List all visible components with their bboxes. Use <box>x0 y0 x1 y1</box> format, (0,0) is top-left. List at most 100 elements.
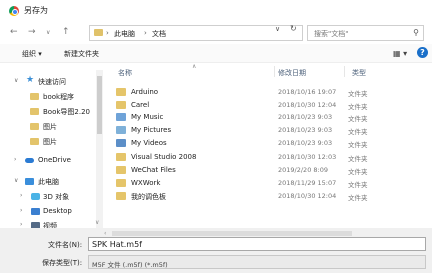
sidebar-scrollbar-thumb[interactable] <box>97 76 102 134</box>
folder-icon <box>30 108 39 115</box>
scroll-down-icon[interactable]: ∨ <box>95 219 99 226</box>
file-date: 2018/10/23 9:03 <box>278 113 333 121</box>
forward-arrow-icon[interactable]: → <box>28 27 36 37</box>
address-bar-row: ← → ∨ ↑ › 此电脑 › 文档 ∨ ↻ 搜索"文档" ⚲ <box>0 22 432 44</box>
filetype-label: 保存类型(T): <box>42 259 83 267</box>
up-arrow-icon[interactable]: ↑ <box>62 27 70 37</box>
search-icon[interactable]: ⚲ <box>413 28 419 37</box>
videos-folder-icon <box>116 139 126 147</box>
horizontal-scrollbar[interactable] <box>112 231 352 236</box>
file-name: Visual Studio 2008 <box>131 153 197 161</box>
folder-icon <box>116 166 126 174</box>
collapse-chevron-icon[interactable]: ∨ <box>14 77 18 84</box>
refresh-icon[interactable]: ↻ <box>290 24 297 33</box>
folder-icon <box>94 29 103 36</box>
file-type: 文件夹 <box>348 115 368 123</box>
address-field[interactable]: › 此电脑 › 文档 <box>89 25 303 41</box>
file-type: 文件夹 <box>348 155 368 163</box>
expand-chevron-icon[interactable]: › <box>14 156 16 163</box>
expand-chevron-icon[interactable]: › <box>20 192 22 199</box>
file-name: 我的调色板 <box>131 193 166 201</box>
list-item[interactable]: My Music 2018/10/23 9:03 文件夹 <box>106 111 432 123</box>
file-type: 文件夹 <box>348 168 368 176</box>
filetype-select[interactable]: M5F 文件 (.m5f) (*.m5f) <box>88 255 426 269</box>
folder-icon <box>116 153 126 161</box>
file-name: My Videos <box>131 139 167 147</box>
column-divider[interactable] <box>344 66 345 77</box>
expand-chevron-icon[interactable]: › <box>20 207 22 214</box>
filetype-value: M5F 文件 (.m5f) (*.m5f) <box>92 261 168 269</box>
list-item[interactable]: My Videos 2018/10/23 9:03 文件夹 <box>106 137 432 149</box>
list-item[interactable]: Carel 2018/10/30 12:04 文件夹 <box>106 99 432 111</box>
pictures-folder-icon <box>116 126 126 134</box>
list-item[interactable]: Visual Studio 2008 2018/10/30 12:03 文件夹 <box>106 151 432 163</box>
list-item[interactable]: Arduino 2018/10/16 19:07 文件夹 <box>106 86 432 98</box>
file-date: 2018/10/30 12:04 <box>278 192 337 200</box>
desktop-icon <box>31 208 40 215</box>
filename-field[interactable]: SPK Hat.m5f <box>88 237 426 251</box>
view-options-icon[interactable]: ▦ ▾ <box>393 49 407 58</box>
address-dropdown-icon[interactable]: ∨ <box>275 25 280 33</box>
folder-icon <box>30 138 39 145</box>
search-input[interactable]: 搜索"文档" ⚲ <box>307 25 424 41</box>
expand-chevron-icon[interactable]: › <box>20 221 22 228</box>
chrome-app-icon <box>9 6 19 16</box>
folder-icon <box>116 101 126 109</box>
column-header-type[interactable]: 类型 <box>352 68 366 78</box>
folder-icon <box>30 123 39 130</box>
file-type: 文件夹 <box>348 128 368 136</box>
back-arrow-icon[interactable]: ← <box>10 27 18 37</box>
file-name: WXWork <box>131 179 161 187</box>
3d-objects-icon <box>31 193 40 200</box>
list-item[interactable]: WXWork 2018/11/29 15:07 文件夹 <box>106 177 432 189</box>
sidebar-item-label: Desktop <box>43 207 72 215</box>
file-name: My Music <box>131 113 164 121</box>
scroll-left-icon[interactable]: ‹ <box>104 230 106 237</box>
list-item[interactable]: My Pictures 2018/10/23 9:03 文件夹 <box>106 124 432 136</box>
sidebar-item-label: 此电脑 <box>38 178 59 186</box>
sidebar-item-label: book程序 <box>43 93 75 101</box>
recent-locations-chevron-icon[interactable]: ∨ <box>46 29 50 36</box>
file-date: 2018/10/16 19:07 <box>278 88 337 96</box>
list-item[interactable]: 我的调色板 2018/10/30 12:04 文件夹 <box>106 190 432 202</box>
navigation-pane: ∨ ★ 快速访问 book程序 Book导图2.20 图片 图片 › OneDr… <box>0 63 104 230</box>
breadcrumb-this-pc[interactable]: 此电脑 <box>114 29 135 39</box>
sidebar-item-label: OneDrive <box>38 156 71 164</box>
search-placeholder: 搜索"文档" <box>314 30 349 38</box>
cloud-icon <box>25 158 34 163</box>
computer-icon <box>25 178 34 185</box>
column-header-date[interactable]: 修改日期 <box>278 68 306 78</box>
star-icon: ★ <box>26 75 35 85</box>
file-date: 2019/2/20 8:09 <box>278 166 328 174</box>
breadcrumb-separator: › <box>106 29 109 37</box>
file-type: 文件夹 <box>348 90 368 98</box>
sidebar-item-label: 3D 对象 <box>43 193 70 201</box>
command-bar: 组织 ▾ 新建文件夹 ▦ ▾ ? <box>0 44 432 63</box>
collapse-chevron-icon[interactable]: ∨ <box>14 177 18 184</box>
title-bar: 另存为 <box>0 0 432 22</box>
column-header-name[interactable]: 名称 <box>118 68 132 78</box>
list-item[interactable]: WeChat Files 2019/2/20 8:09 文件夹 <box>106 164 432 176</box>
sidebar-item-label: 快速访问 <box>38 78 66 86</box>
file-list: ∧ 名称 修改日期 类型 Arduino 2018/10/16 19:07 文件… <box>106 63 432 228</box>
music-folder-icon <box>116 113 126 121</box>
folder-icon <box>116 179 126 187</box>
sidebar-item-label: 图片 <box>43 123 57 131</box>
sort-ascending-icon: ∧ <box>192 63 197 70</box>
folder-icon <box>116 88 126 96</box>
file-type: 文件夹 <box>348 103 368 111</box>
help-icon[interactable]: ? <box>417 47 428 58</box>
folder-icon <box>116 192 126 200</box>
file-date: 2018/10/23 9:03 <box>278 139 333 147</box>
file-type: 文件夹 <box>348 194 368 202</box>
file-type: 文件夹 <box>348 141 368 149</box>
breadcrumb-documents[interactable]: 文档 <box>152 29 166 39</box>
new-folder-button[interactable]: 新建文件夹 <box>64 49 99 59</box>
organize-button[interactable]: 组织 ▾ <box>22 49 42 59</box>
file-type: 文件夹 <box>348 181 368 189</box>
file-date: 2018/11/29 15:07 <box>278 179 337 187</box>
column-divider[interactable] <box>274 66 275 77</box>
folder-icon <box>30 93 39 100</box>
filename-label: 文件名(N): <box>48 241 83 249</box>
sidebar-item-label: Book导图2.20 <box>43 108 91 116</box>
